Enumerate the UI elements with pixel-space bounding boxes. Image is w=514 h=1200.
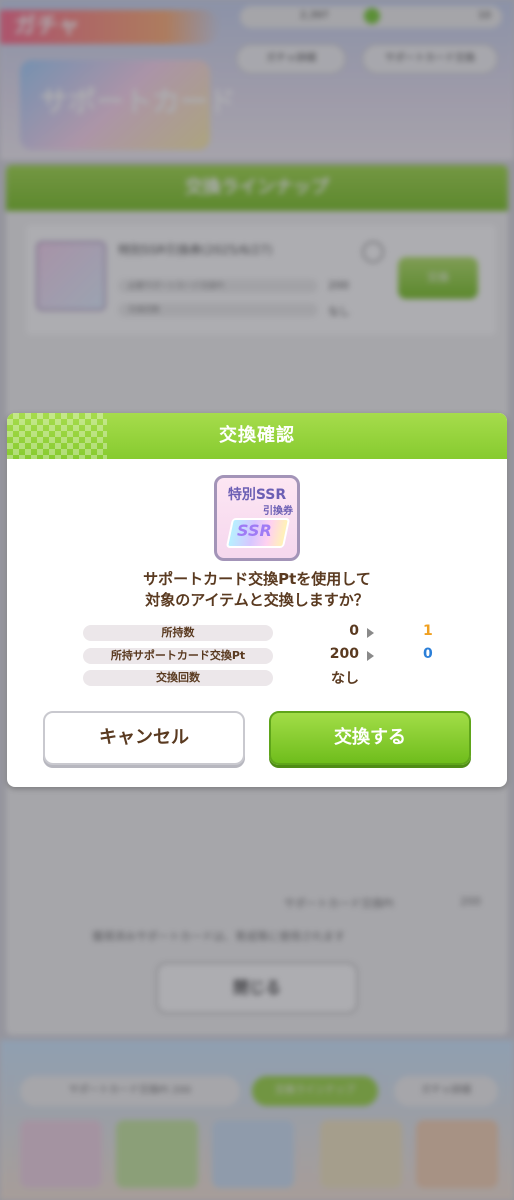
cancel-button[interactable]: キャンセル [43, 711, 245, 765]
exchange-confirm-dialog: 交換確認 特別SSR 引換券 SSR サポートカード交換Ptを使用して 対象のア… [7, 413, 507, 787]
confirm-question: サポートカード交換Ptを使用して 対象のアイテムと交換しますか？ [7, 569, 507, 611]
info-row-label: 所持数 [83, 625, 273, 641]
ticket-line2: 引換券 [263, 506, 293, 517]
ticket-ssr-badge: SSR [237, 521, 272, 540]
ssr-ticket-icon: 特別SSR 引換券 SSR [214, 475, 300, 561]
arrow-right-icon [367, 628, 374, 638]
info-before-value: 0 [349, 623, 359, 639]
question-line2: 対象のアイテムと交換しますか？ [145, 591, 369, 609]
info-row-label: 所持サポートカード交換Pt [83, 648, 273, 664]
info-after-value: 1 [423, 623, 433, 639]
info-before-value: 200 [329, 646, 359, 662]
dialog-title: 交換確認 [219, 425, 295, 446]
confirm-exchange-button[interactable]: 交換する [269, 711, 471, 765]
info-after-value: 0 [423, 646, 433, 662]
info-row-label: 交換回数 [83, 670, 273, 686]
info-before-value: なし [331, 671, 359, 687]
dialog-header: 交換確認 [7, 413, 507, 459]
arrow-right-icon [367, 651, 374, 661]
question-line1: サポートカード交換Ptを使用して [143, 570, 371, 588]
ticket-line1: 特別SSR [227, 487, 287, 503]
